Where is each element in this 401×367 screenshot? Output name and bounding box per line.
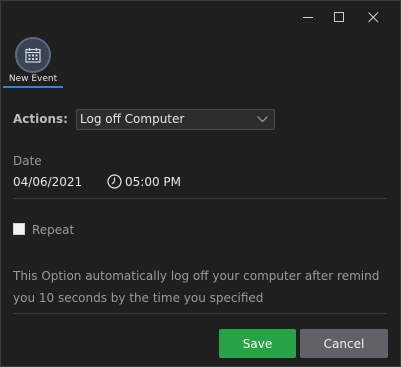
repeat-label: Repeat [32, 223, 75, 237]
action-description: This Option automatically log off your c… [13, 269, 380, 305]
date-field[interactable]: 04/06/2021 [13, 175, 82, 189]
cancel-button[interactable]: Cancel [300, 329, 388, 358]
maximize-icon [334, 12, 344, 22]
divider [13, 198, 387, 199]
maximize-button[interactable] [322, 1, 356, 33]
new-event-dialog: New Event Actions: Log off Computer Date… [0, 0, 401, 367]
chevron-down-icon [257, 116, 268, 123]
title-bar [1, 1, 400, 33]
repeat-checkbox[interactable] [13, 223, 25, 235]
divider [13, 313, 387, 314]
action-select-value: Log off Computer [80, 112, 185, 126]
minimize-icon [303, 17, 313, 18]
clock-icon [107, 174, 122, 189]
minimize-button[interactable] [291, 1, 325, 33]
new-event-label: New Event [8, 74, 58, 84]
new-event-tab[interactable]: New Event [3, 37, 63, 89]
close-icon [368, 12, 379, 23]
active-tab-indicator [3, 86, 63, 88]
actions-label: Actions: [13, 112, 68, 126]
time-value: 05:00 PM [125, 175, 181, 189]
event-icon-circle [15, 37, 51, 73]
date-label: Date [13, 154, 42, 168]
calendar-icon [25, 48, 41, 63]
action-select[interactable]: Log off Computer [76, 109, 275, 130]
close-button[interactable] [356, 1, 390, 33]
save-button[interactable]: Save [219, 329, 296, 358]
